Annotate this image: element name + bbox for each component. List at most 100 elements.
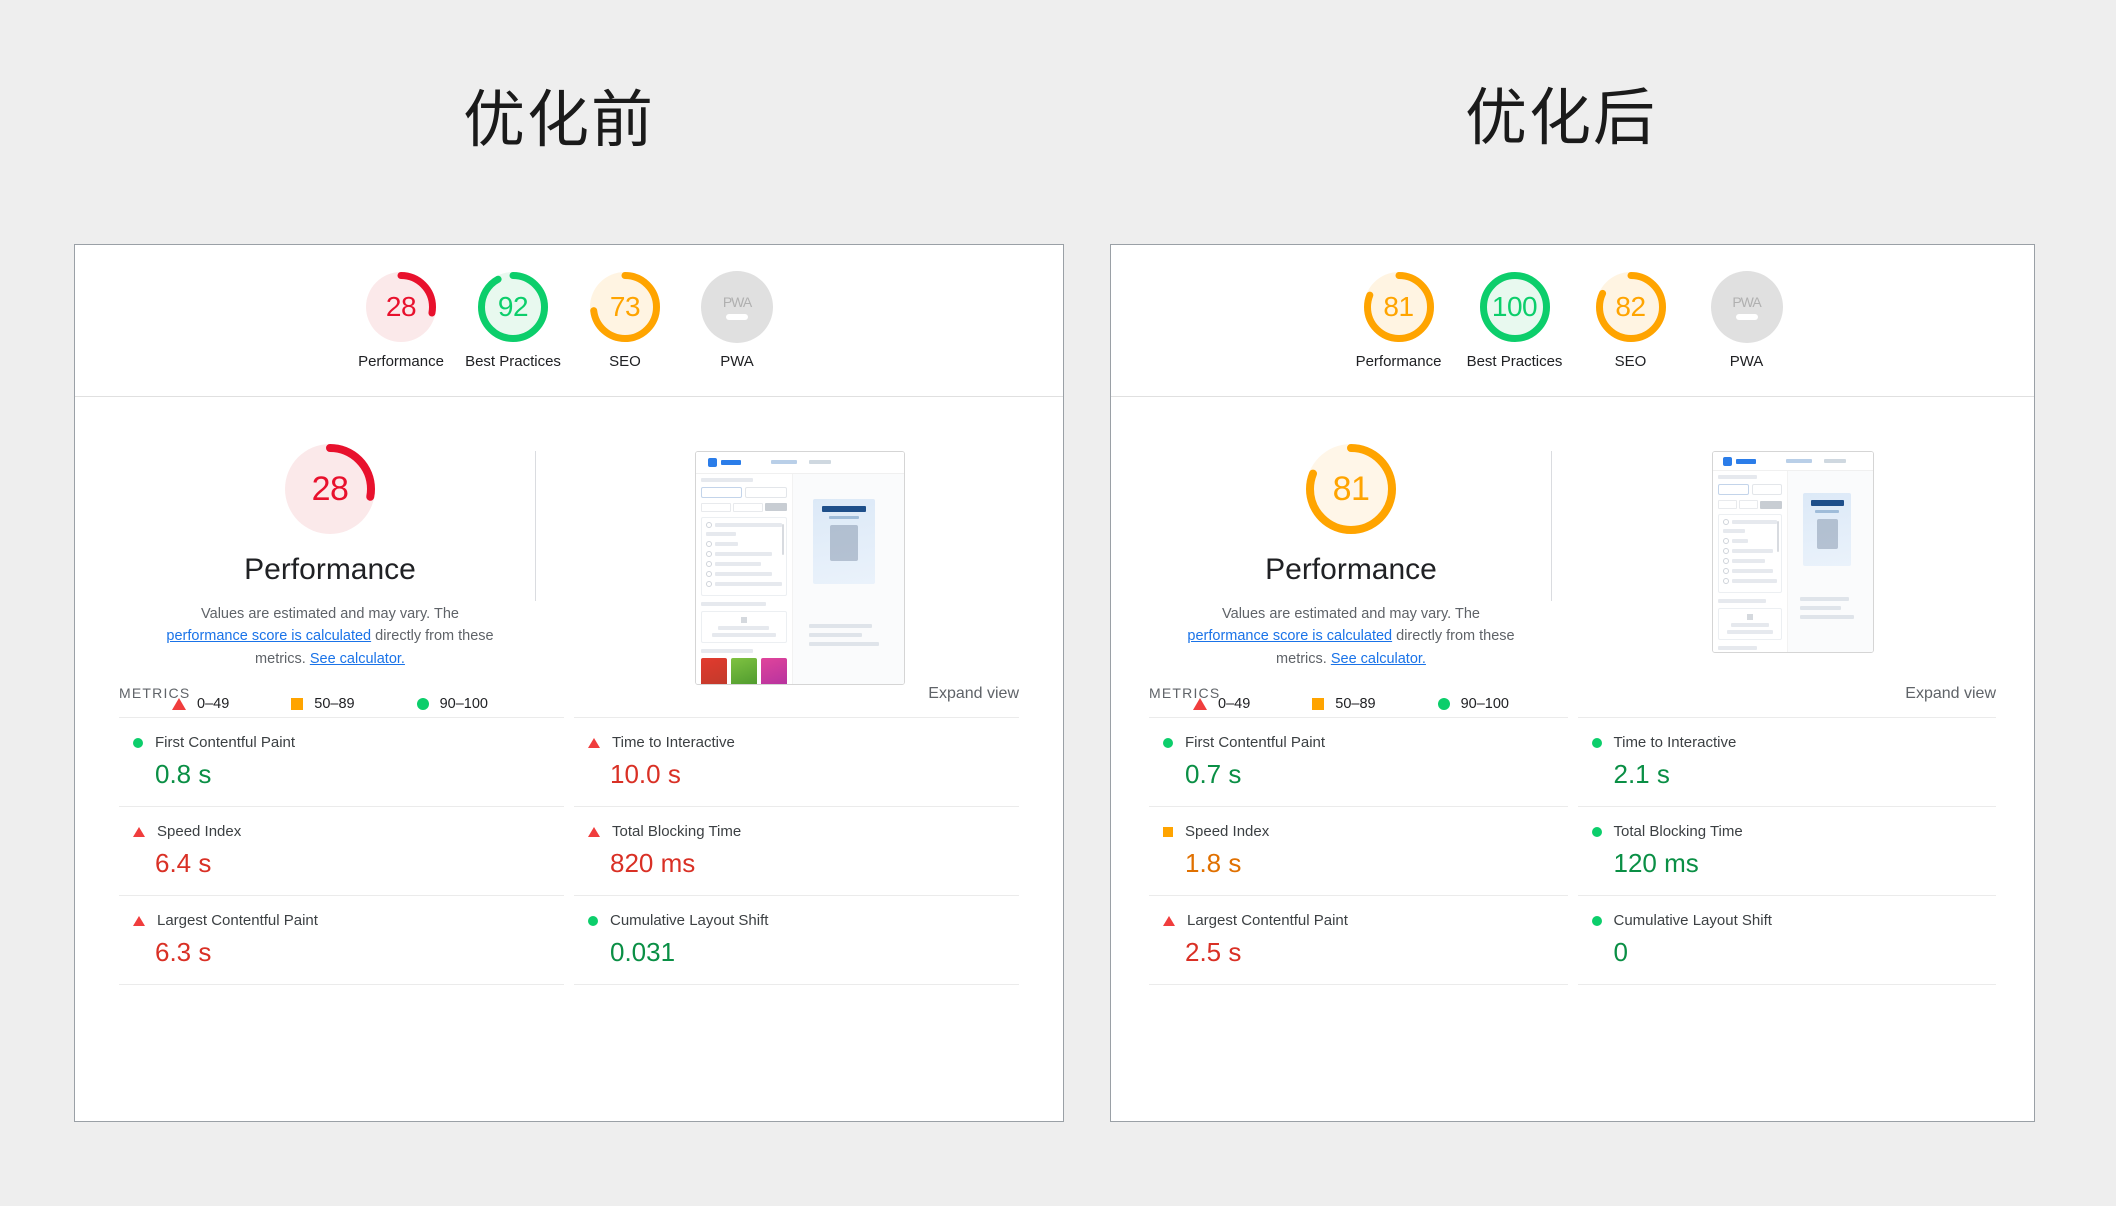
see-calculator-link[interactable]: See calculator. <box>310 651 405 667</box>
triangle-icon <box>1163 915 1175 926</box>
metric-item[interactable]: Speed Index 1.8 s <box>1149 806 1568 895</box>
category-pwa[interactable]: PWA PWA <box>1689 271 1805 372</box>
performance-title: Performance <box>1265 553 1437 586</box>
circle-icon <box>133 737 143 748</box>
metric-item[interactable]: Time to Interactive 10.0 s <box>574 717 1019 806</box>
triangle-icon <box>1193 698 1207 711</box>
performance-gauge: 28 <box>284 443 376 535</box>
legend-item: 0–49 <box>172 696 229 712</box>
see-calculator-link[interactable]: See calculator. <box>1331 651 1426 667</box>
score-value: 28 <box>385 291 417 322</box>
lighthouse-report-before: 28 Performance 92 Best Practices 73 SEO <box>74 244 1064 1122</box>
metric-item[interactable]: Speed Index 6.4 s <box>119 806 564 895</box>
metric-name: Cumulative Layout Shift <box>1613 912 1772 929</box>
pwa-badge-label: PWA <box>1732 293 1761 310</box>
pwa-badge: PWA <box>1710 271 1783 343</box>
category-best-practices[interactable]: 100 Best Practices <box>1457 271 1573 372</box>
metric-value: 2.5 s <box>1185 937 1242 967</box>
score-value: 100 <box>1491 291 1538 322</box>
category-seo[interactable]: 82 SEO <box>1573 271 1689 372</box>
triangle-icon <box>588 826 600 837</box>
page-screenshot-thumbnail <box>694 451 905 685</box>
metric-item[interactable]: Cumulative Layout Shift 0 <box>1577 895 1996 985</box>
legend-label: 90–100 <box>439 696 488 713</box>
triangle-icon <box>133 826 145 837</box>
score-value: 73 <box>609 291 641 322</box>
page-screenshot-mock <box>695 452 904 684</box>
category-label: PWA <box>720 353 754 370</box>
metric-name: First Contentful Paint <box>1185 734 1326 751</box>
pwa-dash-icon <box>726 313 748 320</box>
metric-item[interactable]: Total Blocking Time 120 ms <box>1577 806 1996 895</box>
performance-score-link[interactable]: performance score is calculated <box>1187 628 1392 644</box>
performance-hero: 81 Performance Values are estimated and … <box>1111 397 2034 712</box>
performance-hero: 28 Performance Values are estimated and … <box>75 397 1063 712</box>
metric-item[interactable]: Largest Contentful Paint 2.5 s <box>1149 895 1568 985</box>
metric-value: 0 <box>1613 937 1628 967</box>
category-best-practices[interactable]: 92 Best Practices <box>457 271 569 372</box>
metric-item[interactable]: Largest Contentful Paint 6.3 s <box>119 895 564 985</box>
triangle-icon <box>172 698 186 711</box>
score-gauge: 28 <box>365 271 437 343</box>
score-legend: 0–49 50–89 90–100 <box>172 696 488 712</box>
score-value: 82 <box>1615 291 1646 322</box>
legend-item: 0–49 <box>1193 696 1250 712</box>
metric-name: Speed Index <box>1185 823 1270 840</box>
metric-value: 1.8 s <box>1185 848 1242 878</box>
metric-item[interactable]: First Contentful Paint 0.7 s <box>1149 717 1568 806</box>
expand-view-button[interactable]: Expand view <box>1905 685 1996 703</box>
category-label: PWA <box>1729 353 1764 370</box>
legend-label: 0–49 <box>197 696 230 713</box>
legend-label: 50–89 <box>1335 696 1376 713</box>
score-gauge: 73 <box>589 271 661 343</box>
mock-header <box>695 452 904 474</box>
pwa-dash-icon <box>1735 313 1758 320</box>
category-seo[interactable]: 73 SEO <box>569 271 681 372</box>
category-performance[interactable]: 28 Performance <box>345 271 457 372</box>
comparison-stage: 优化前 优化后 28 Performance 92 Best Practices <box>0 0 2116 1206</box>
score-gauge: 81 <box>1363 271 1435 343</box>
mock-sidebar <box>696 473 794 684</box>
desc-text-1: Values are estimated and may vary. The <box>1222 606 1480 622</box>
legend-item: 90–100 <box>416 696 488 713</box>
pwa-badge-label: PWA <box>722 293 752 310</box>
metric-name: Time to Interactive <box>1613 734 1737 751</box>
triangle-icon <box>133 915 145 926</box>
mock-sidebar <box>1713 471 1789 652</box>
circle-icon <box>1163 737 1173 748</box>
metric-item[interactable]: Total Blocking Time 820 ms <box>574 806 1019 895</box>
section-title-after: 优化后 <box>1465 84 1658 153</box>
expand-view-button[interactable]: Expand view <box>928 685 1019 703</box>
legend-item: 50–89 <box>291 696 355 713</box>
legend-label: 0–49 <box>1218 696 1251 713</box>
category-performance[interactable]: 81 Performance <box>1341 271 1457 372</box>
metric-value: 6.4 s <box>155 848 212 878</box>
legend-label: 50–89 <box>314 696 355 713</box>
metric-name: Largest Contentful Paint <box>157 912 318 929</box>
square-icon <box>1163 826 1173 837</box>
metric-value: 6.3 s <box>155 937 212 967</box>
performance-gauge: 81 <box>1305 443 1397 535</box>
performance-score: 28 <box>311 469 349 508</box>
score-gauge: 100 <box>1479 271 1551 343</box>
metric-item[interactable]: Cumulative Layout Shift 0.031 <box>574 895 1019 985</box>
metric-value: 0.7 s <box>1185 759 1242 789</box>
category-label: Best Practices <box>1466 353 1563 370</box>
category-label: Performance <box>1355 353 1442 370</box>
metric-name: Total Blocking Time <box>612 823 742 840</box>
metric-value: 820 ms <box>610 848 696 878</box>
metric-item[interactable]: First Contentful Paint 0.8 s <box>119 717 564 806</box>
metric-name: Cumulative Layout Shift <box>610 912 769 929</box>
metric-value: 0.8 s <box>155 759 212 789</box>
performance-title: Performance <box>244 553 416 586</box>
score-gauge: 92 <box>477 271 549 343</box>
performance-score-link[interactable]: performance score is calculated <box>166 628 371 644</box>
metric-value: 10.0 s <box>610 759 681 789</box>
category-label: Performance <box>358 353 444 370</box>
category-pwa[interactable]: PWA PWA <box>681 271 793 372</box>
pwa-badge: PWA <box>701 271 773 343</box>
lighthouse-report-after: 81 Performance 100 Best Practices 82 SEO <box>1110 244 2035 1122</box>
metric-name: Largest Contentful Paint <box>1187 912 1348 929</box>
circle-icon <box>416 698 429 711</box>
metric-item[interactable]: Time to Interactive 2.1 s <box>1577 717 1996 806</box>
